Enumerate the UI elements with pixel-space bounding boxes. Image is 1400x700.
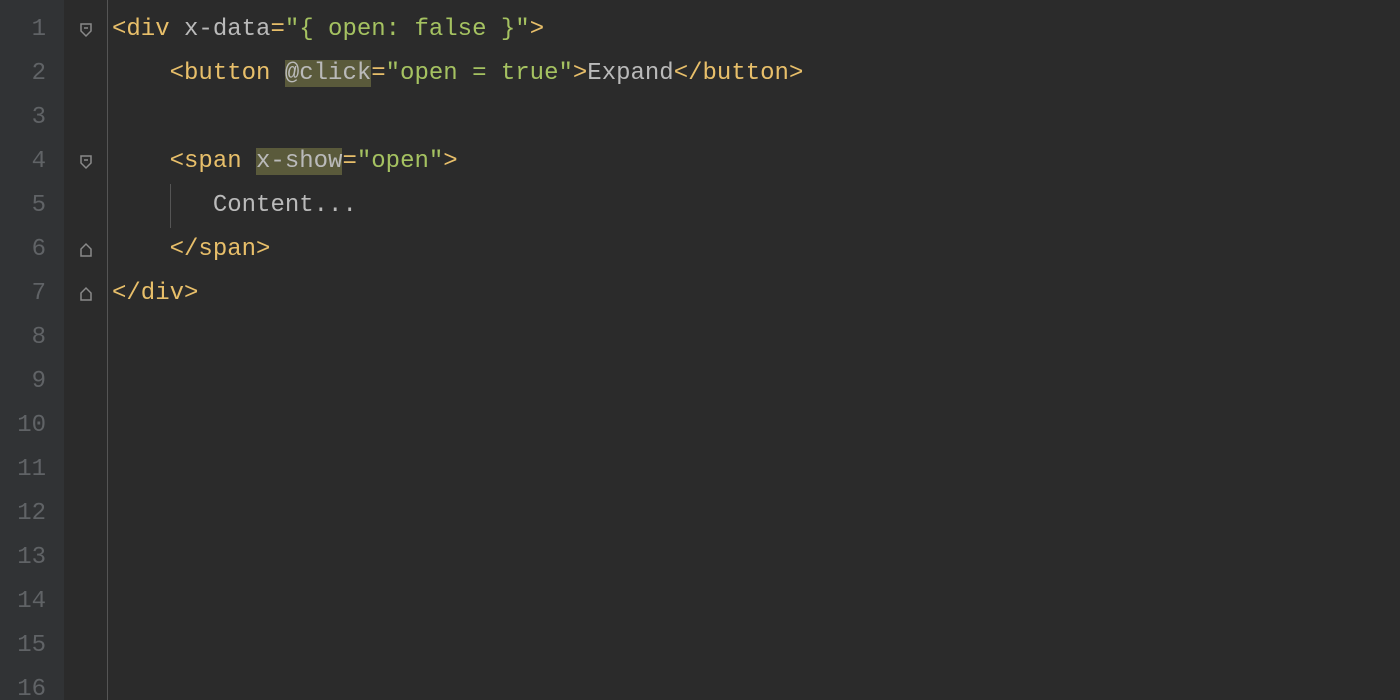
code-token: "open"	[357, 148, 443, 175]
line-number: 8	[0, 316, 46, 360]
code-token: "{ open: false }"	[285, 16, 530, 43]
line-number: 1	[0, 8, 46, 52]
code-token: Expand	[587, 60, 673, 87]
code-token: @click	[285, 60, 371, 87]
code-token: </div>	[112, 280, 198, 307]
line-number: 13	[0, 536, 46, 580]
code-line[interactable]	[112, 404, 1400, 448]
fold-column	[64, 0, 108, 700]
line-number-gutter: 12345678910111213141516	[0, 0, 64, 700]
code-token: </span>	[170, 236, 271, 263]
line-number: 2	[0, 52, 46, 96]
code-token: "open = true"	[386, 60, 573, 87]
code-line[interactable]: </div>	[112, 272, 1400, 316]
code-token: <button	[170, 60, 285, 87]
code-token: =	[270, 16, 284, 43]
line-number: 14	[0, 580, 46, 624]
line-number: 11	[0, 448, 46, 492]
code-line[interactable]	[112, 96, 1400, 140]
code-token: </button>	[674, 60, 804, 87]
code-token: >	[573, 60, 587, 87]
code-line[interactable]	[112, 448, 1400, 492]
fold-open-icon[interactable]	[78, 22, 94, 38]
line-number: 16	[0, 668, 46, 700]
line-number: 7	[0, 272, 46, 316]
code-token: <div	[112, 16, 184, 43]
code-token: <span	[170, 148, 256, 175]
line-number: 6	[0, 228, 46, 272]
code-line[interactable]	[112, 360, 1400, 404]
line-number: 9	[0, 360, 46, 404]
code-line[interactable]	[112, 492, 1400, 536]
code-token: >	[443, 148, 457, 175]
code-line[interactable]: <button @click="open = true">Expand</but…	[112, 52, 1400, 96]
code-line[interactable]	[112, 536, 1400, 580]
code-line[interactable]: <span x-show="open">	[112, 140, 1400, 184]
code-line[interactable]	[112, 316, 1400, 360]
code-line[interactable]	[112, 624, 1400, 668]
code-line[interactable]: </span>	[112, 228, 1400, 272]
code-token: =	[371, 60, 385, 87]
code-line[interactable]	[112, 668, 1400, 700]
line-number: 4	[0, 140, 46, 184]
code-token: Content...	[213, 192, 357, 219]
line-number: 3	[0, 96, 46, 140]
code-area[interactable]: <div x-data="{ open: false }"> <button @…	[108, 0, 1400, 700]
line-number: 15	[0, 624, 46, 668]
code-editor[interactable]: 12345678910111213141516 <div x-data="{ o…	[0, 0, 1400, 700]
code-line[interactable]	[112, 580, 1400, 624]
code-line[interactable]: Content...	[112, 184, 1400, 228]
code-token: >	[530, 16, 544, 43]
line-number: 5	[0, 184, 46, 228]
code-token: x-data	[184, 16, 270, 43]
code-token: =	[342, 148, 356, 175]
fold-close-icon[interactable]	[78, 286, 94, 302]
fold-open-icon[interactable]	[78, 154, 94, 170]
code-line[interactable]: <div x-data="{ open: false }">	[112, 8, 1400, 52]
fold-close-icon[interactable]	[78, 242, 94, 258]
line-number: 10	[0, 404, 46, 448]
code-token: x-show	[256, 148, 342, 175]
line-number: 12	[0, 492, 46, 536]
